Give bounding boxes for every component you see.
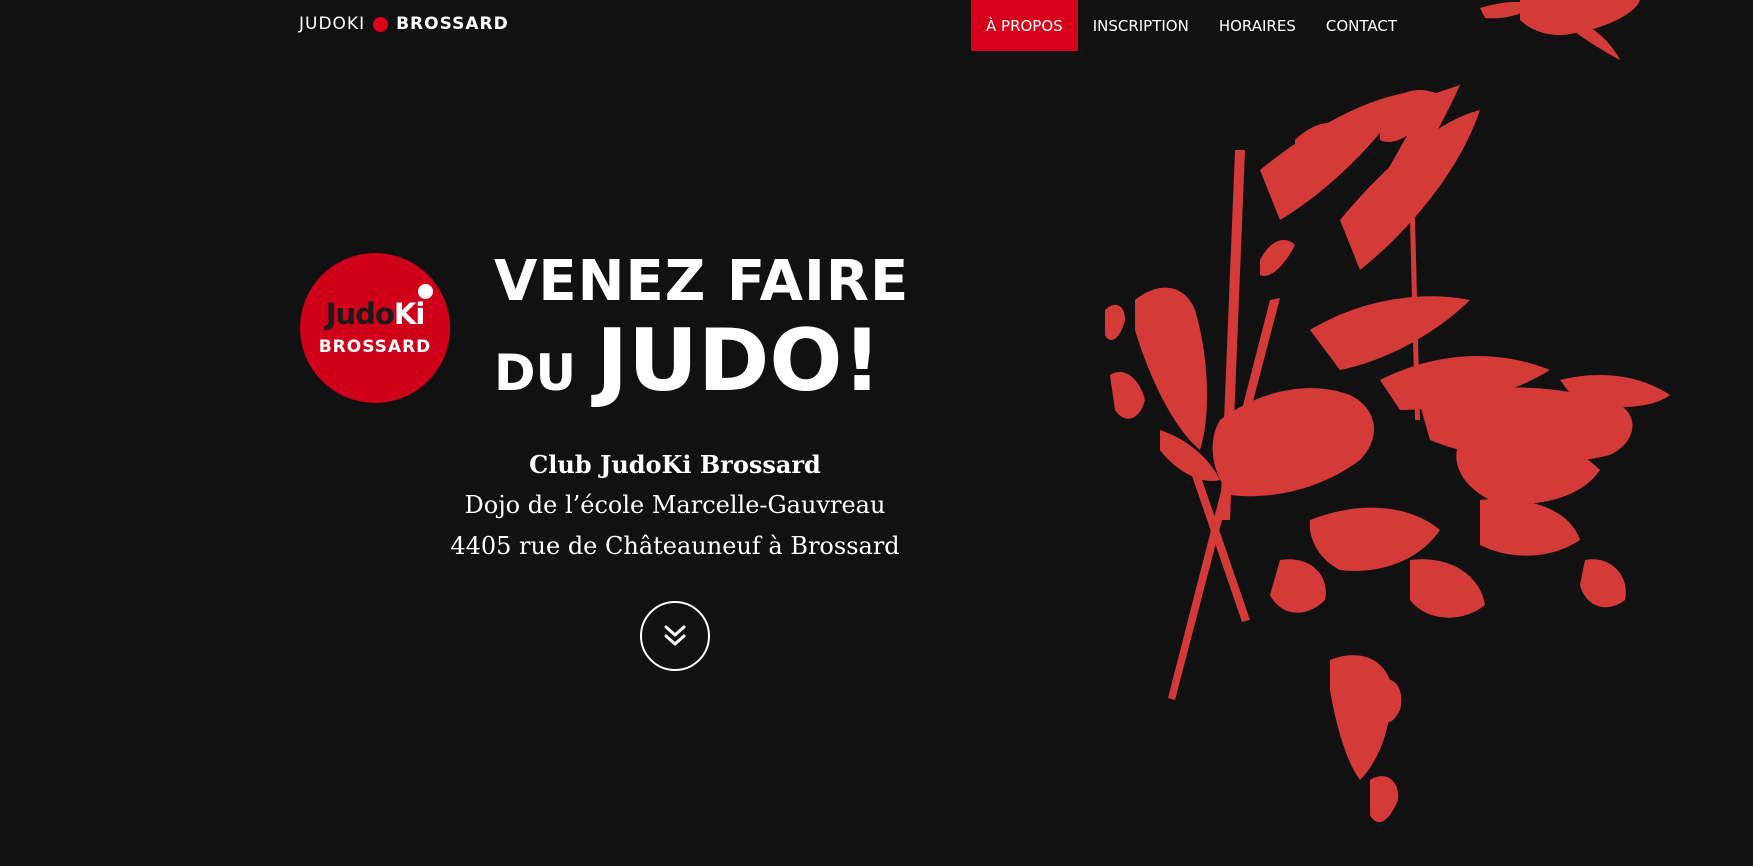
judoki-logo: JudoKi BROSSARD (300, 253, 450, 403)
logo-ki-text: Ki (393, 297, 425, 331)
double-chevron-down-icon (664, 625, 686, 646)
logo-wordmark: JudoKi (300, 297, 450, 331)
nav-item-a-propos[interactable]: À PROPOS (971, 0, 1078, 51)
logo-judo-text: Judo (325, 297, 395, 331)
street-address: 4405 rue de Châteauneuf à Brossard (450, 532, 900, 560)
brand-dot-icon (373, 16, 389, 32)
hero-headline-line1: VENEZ FAIRE (494, 249, 910, 314)
club-name: Club JudoKi Brossard (529, 450, 821, 479)
club-address: Club JudoKi Brossard Dojo de l’école Mar… (430, 444, 920, 567)
dojo-name: Dojo de l’école Marcelle-Gauvreau (464, 491, 886, 519)
site-brand[interactable]: JUDOKI BROSSARD (299, 14, 509, 34)
scroll-down-button[interactable] (640, 601, 710, 671)
brand-name-light: JUDOKI (299, 14, 366, 34)
logo-brossard-text: BROSSARD (318, 337, 432, 357)
hero-headline-du: DU (494, 344, 577, 402)
hero-headline-line2: DU JUDO! (494, 318, 882, 404)
brand-name-bold: BROSSARD (396, 14, 509, 34)
hero-headline-judo: JUDO! (596, 311, 882, 411)
logo-dot-icon (418, 284, 433, 299)
judo-throw-artwork (1105, 0, 1670, 823)
